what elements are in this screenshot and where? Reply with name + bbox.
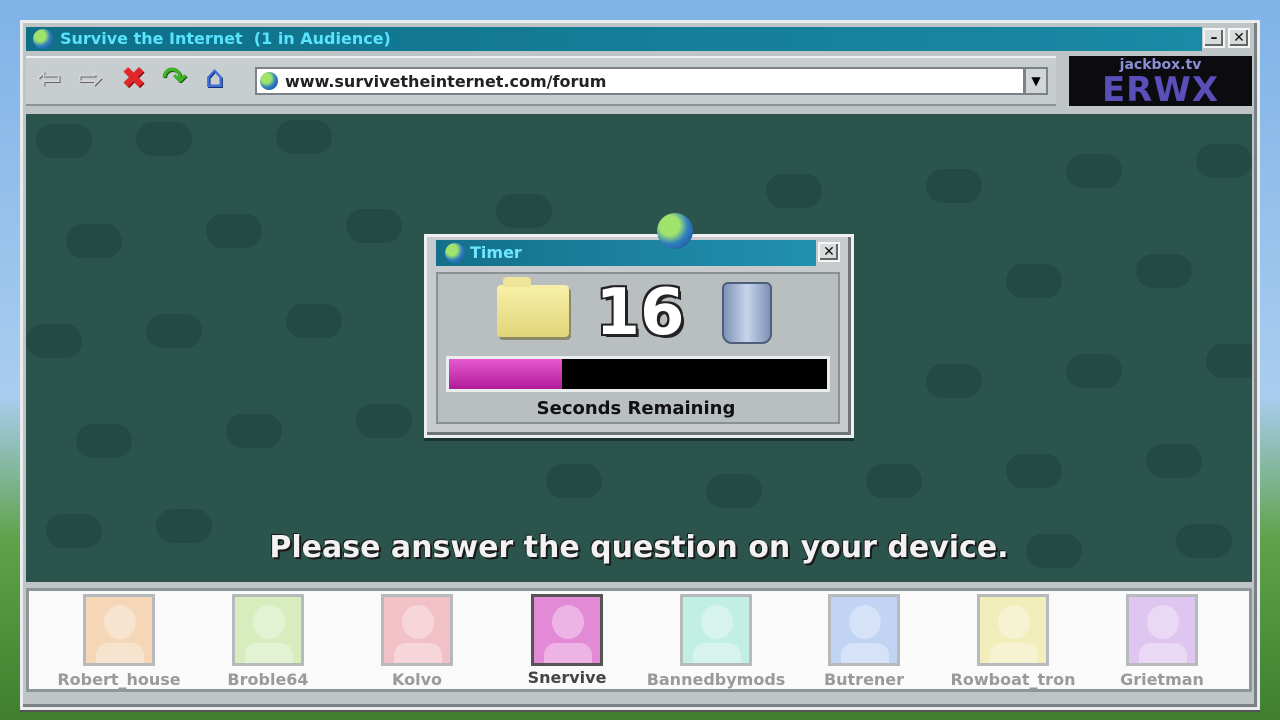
avatar-body-icon bbox=[1139, 643, 1187, 663]
avatar-body-icon bbox=[990, 643, 1038, 663]
player-avatar bbox=[977, 594, 1049, 666]
url-dropdown-button[interactable]: ▼ bbox=[1024, 67, 1048, 95]
player-name: Snervive bbox=[527, 668, 607, 687]
player-avatar bbox=[828, 594, 900, 666]
back-arrow-icon[interactable]: ⇦ bbox=[36, 62, 61, 96]
avatar-head-icon bbox=[1147, 605, 1179, 639]
avatar-body-icon bbox=[841, 643, 889, 663]
player-name: Broble64 bbox=[227, 670, 309, 689]
timer-label: Seconds Remaining bbox=[536, 398, 736, 419]
player-avatar bbox=[381, 594, 453, 666]
avatar-body-icon bbox=[96, 643, 144, 663]
globe-icon bbox=[657, 213, 693, 249]
room-code: ERWX bbox=[1101, 70, 1220, 110]
player-avatar bbox=[83, 594, 155, 666]
home-icon[interactable]: ⌂ bbox=[205, 61, 224, 95]
avatar-body-icon bbox=[544, 643, 592, 663]
player-avatar bbox=[531, 594, 603, 666]
trash-can-icon bbox=[722, 282, 772, 344]
timer-title: Timer bbox=[470, 243, 522, 262]
refresh-arrow-icon[interactable]: ↷ bbox=[162, 62, 187, 96]
avatar-head-icon bbox=[701, 605, 733, 639]
timer-progress-fill bbox=[449, 359, 562, 389]
minimize-button[interactable]: – bbox=[1203, 28, 1225, 48]
stop-x-icon[interactable]: ✖ bbox=[121, 62, 146, 96]
globe-icon bbox=[33, 29, 53, 49]
close-button[interactable]: ✕ bbox=[1228, 28, 1250, 48]
avatar-head-icon bbox=[402, 605, 434, 639]
player-name: Bannedbymods bbox=[646, 670, 786, 689]
avatar-head-icon bbox=[253, 605, 285, 639]
player-name: Robert_house bbox=[57, 670, 181, 689]
player-name: Butrener bbox=[823, 670, 905, 689]
player-name: Rowboat_tron bbox=[950, 670, 1076, 689]
avatar-head-icon bbox=[998, 605, 1030, 639]
instruction-text: Please answer the question on your devic… bbox=[269, 530, 1009, 565]
avatar-body-icon bbox=[394, 643, 442, 663]
avatar-head-icon bbox=[552, 605, 584, 639]
player-avatar bbox=[232, 594, 304, 666]
player-avatar bbox=[1126, 594, 1198, 666]
forward-arrow-icon[interactable]: ⇨ bbox=[78, 62, 103, 96]
window-title: Survive the Internet (1 in Audience) bbox=[60, 29, 391, 48]
folder-icon bbox=[497, 277, 569, 337]
timer-seconds: 16 bbox=[595, 276, 685, 350]
avatar-body-icon bbox=[693, 643, 741, 663]
url-text[interactable]: www.survivetheinternet.com/forum bbox=[285, 72, 606, 91]
timer-close-button[interactable]: ✕ bbox=[818, 242, 840, 262]
player-avatar bbox=[680, 594, 752, 666]
player-name: Kolvo bbox=[391, 670, 442, 689]
avatar-head-icon bbox=[104, 605, 136, 639]
player-name: Grietman bbox=[1120, 670, 1204, 689]
globe-icon bbox=[260, 72, 278, 90]
globe-icon bbox=[445, 243, 465, 263]
avatar-head-icon bbox=[849, 605, 881, 639]
avatar-body-icon bbox=[245, 643, 293, 663]
